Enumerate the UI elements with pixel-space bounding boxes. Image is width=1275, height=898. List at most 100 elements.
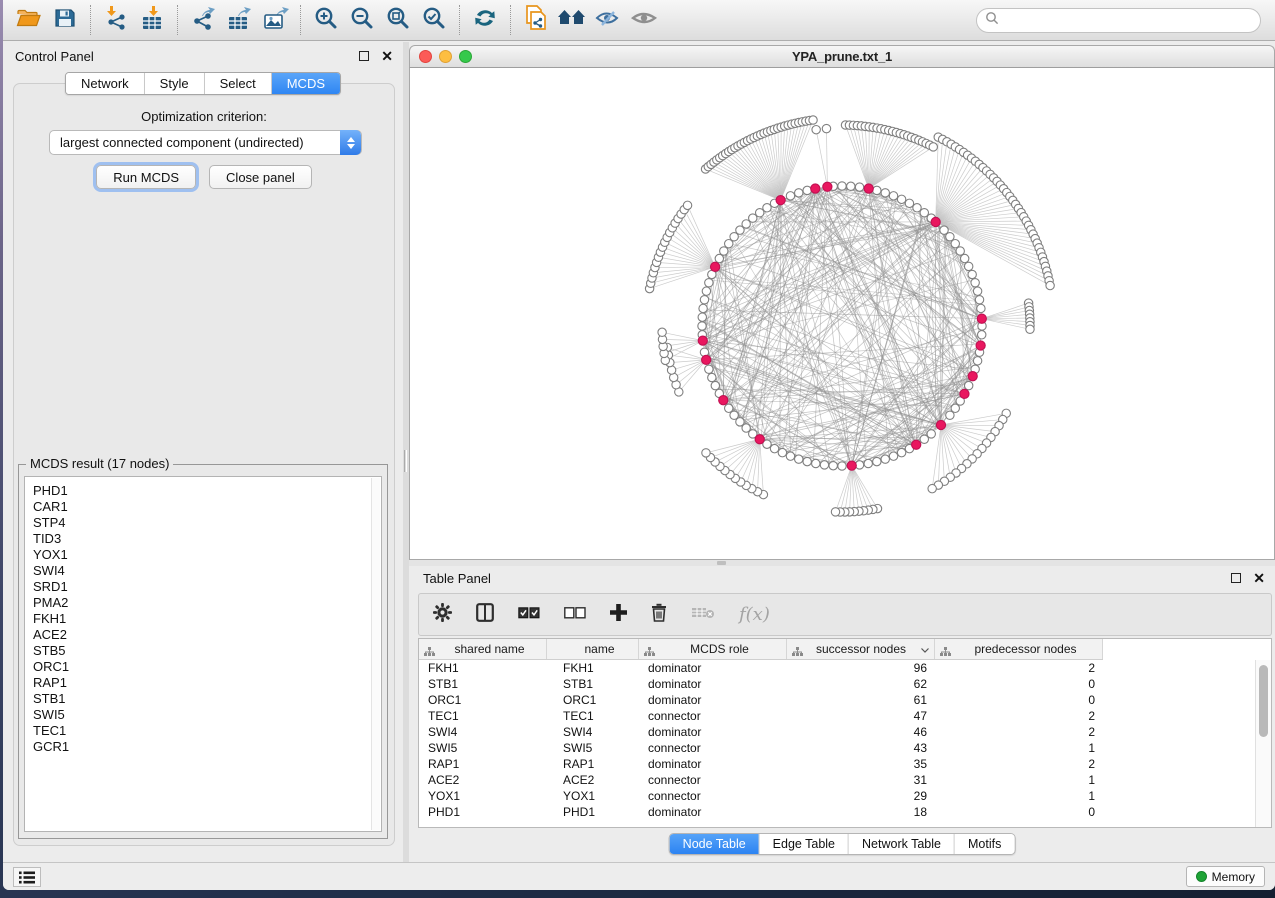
result-node-item[interactable]: SRD1 bbox=[33, 579, 381, 595]
export-table-button[interactable] bbox=[221, 4, 257, 36]
network-node[interactable] bbox=[978, 331, 986, 339]
network-node[interactable] bbox=[778, 448, 786, 456]
table-row[interactable]: RAP1RAP1dominator352 bbox=[419, 756, 1255, 772]
mcds-node[interactable] bbox=[755, 435, 764, 444]
network-node[interactable] bbox=[700, 296, 708, 304]
table-row[interactable]: ACE2ACE2connector311 bbox=[419, 772, 1255, 788]
network-node[interactable] bbox=[864, 459, 872, 467]
mcds-node[interactable] bbox=[698, 336, 707, 345]
deselect-all-button[interactable] bbox=[564, 606, 586, 624]
network-window-titlebar[interactable]: YPA_prune.txt_1 bbox=[409, 45, 1275, 68]
network-node[interactable] bbox=[763, 204, 771, 212]
network-node[interactable] bbox=[977, 304, 985, 312]
zoom-fit-button[interactable] bbox=[380, 4, 416, 36]
tab-mcds[interactable]: MCDS bbox=[272, 73, 340, 94]
column-header-predecessor-nodes[interactable]: predecessor nodes bbox=[935, 639, 1103, 659]
network-node[interactable] bbox=[715, 254, 723, 262]
delete-row-button[interactable] bbox=[691, 606, 715, 624]
result-node-item[interactable]: GCR1 bbox=[33, 739, 381, 755]
mcds-node[interactable] bbox=[776, 196, 785, 205]
tab-motifs[interactable]: Motifs bbox=[955, 834, 1014, 854]
mcds-node[interactable] bbox=[912, 440, 921, 449]
result-node-item[interactable]: FKH1 bbox=[33, 611, 381, 627]
network-node[interactable] bbox=[683, 201, 691, 209]
table-row[interactable]: STB1STB1dominator620 bbox=[419, 676, 1255, 692]
network-node[interactable] bbox=[905, 199, 913, 207]
mcds-node[interactable] bbox=[936, 420, 945, 429]
show-all-button[interactable] bbox=[626, 4, 662, 36]
network-node[interactable] bbox=[881, 455, 889, 463]
mcds-node[interactable] bbox=[823, 182, 832, 191]
network-node[interactable] bbox=[951, 240, 959, 248]
network-node[interactable] bbox=[889, 192, 897, 200]
result-node-item[interactable]: PHD1 bbox=[33, 483, 381, 499]
result-node-item[interactable]: ORC1 bbox=[33, 659, 381, 675]
result-node-item[interactable]: ACE2 bbox=[33, 627, 381, 643]
open-file-button[interactable] bbox=[11, 4, 47, 36]
network-node[interactable] bbox=[702, 449, 710, 457]
tab-select[interactable]: Select bbox=[205, 73, 272, 94]
network-node[interactable] bbox=[946, 411, 954, 419]
mcds-node[interactable] bbox=[977, 314, 986, 323]
refresh-button[interactable] bbox=[467, 4, 503, 36]
column-header-MCDS-role[interactable]: MCDS role bbox=[639, 639, 787, 659]
network-node[interactable] bbox=[786, 452, 794, 460]
network-node[interactable] bbox=[873, 186, 881, 194]
network-node[interactable] bbox=[897, 448, 905, 456]
network-node[interactable] bbox=[913, 204, 921, 212]
result-node-item[interactable]: STB1 bbox=[33, 691, 381, 707]
show-columns-button[interactable] bbox=[476, 603, 494, 627]
network-node[interactable] bbox=[720, 247, 728, 255]
save-session-button[interactable] bbox=[47, 4, 83, 36]
table-row[interactable]: SWI5SWI5connector431 bbox=[419, 740, 1255, 756]
result-list-scrollbar[interactable] bbox=[371, 478, 380, 830]
network-node[interactable] bbox=[705, 365, 713, 373]
network-node[interactable] bbox=[699, 304, 707, 312]
zoom-in-button[interactable] bbox=[308, 4, 344, 36]
network-node[interactable] bbox=[705, 279, 713, 287]
table-row[interactable]: FKH1FKH1dominator962 bbox=[419, 660, 1255, 676]
network-node[interactable] bbox=[928, 484, 936, 492]
network-node[interactable] bbox=[975, 296, 983, 304]
network-node[interactable] bbox=[973, 357, 981, 365]
network-node[interactable] bbox=[889, 452, 897, 460]
result-node-item[interactable]: SWI4 bbox=[33, 563, 381, 579]
tab-style[interactable]: Style bbox=[145, 73, 205, 94]
select-all-button[interactable] bbox=[518, 606, 540, 624]
network-node[interactable] bbox=[658, 328, 666, 336]
mcds-node[interactable] bbox=[811, 184, 820, 193]
network-node[interactable] bbox=[838, 462, 846, 470]
table-scrollbar-thumb[interactable] bbox=[1259, 665, 1268, 737]
network-node[interactable] bbox=[956, 247, 964, 255]
mcds-node[interactable] bbox=[968, 372, 977, 381]
close-panel-icon-button[interactable]: ✕ bbox=[381, 51, 393, 61]
result-node-item[interactable]: TEC1 bbox=[33, 723, 381, 739]
network-node[interactable] bbox=[698, 313, 706, 321]
panel-menu-button[interactable] bbox=[13, 867, 41, 887]
network-node[interactable] bbox=[1046, 281, 1054, 289]
search-input[interactable] bbox=[999, 11, 1260, 31]
column-header-shared-name[interactable]: shared name bbox=[419, 639, 547, 659]
network-node[interactable] bbox=[725, 404, 733, 412]
table-row[interactable]: TEC1TEC1connector472 bbox=[419, 708, 1255, 724]
mcds-node[interactable] bbox=[931, 217, 940, 226]
network-node[interactable] bbox=[960, 254, 968, 262]
function-builder-button[interactable]: f(x) bbox=[739, 604, 770, 625]
network-node[interactable] bbox=[795, 455, 803, 463]
float-table-panel-button[interactable] bbox=[1231, 573, 1241, 583]
close-table-panel-button[interactable]: ✕ bbox=[1253, 573, 1265, 583]
network-node[interactable] bbox=[795, 189, 803, 197]
result-node-item[interactable]: CAR1 bbox=[33, 499, 381, 515]
network-node[interactable] bbox=[822, 124, 830, 132]
network-node[interactable] bbox=[698, 322, 706, 330]
run-mcds-button[interactable]: Run MCDS bbox=[96, 165, 196, 189]
network-node[interactable] bbox=[786, 192, 794, 200]
import-network-button[interactable] bbox=[98, 4, 134, 36]
add-column-button[interactable] bbox=[610, 604, 627, 626]
network-node[interactable] bbox=[708, 373, 716, 381]
network-node[interactable] bbox=[829, 462, 837, 470]
network-node[interactable] bbox=[929, 143, 937, 151]
mcds-node[interactable] bbox=[711, 262, 720, 271]
mcds-result-list[interactable]: PHD1CAR1STP4TID3YOX1SWI4SRD1PMA2FKH1ACE2… bbox=[24, 476, 382, 832]
network-node[interactable] bbox=[971, 279, 979, 287]
